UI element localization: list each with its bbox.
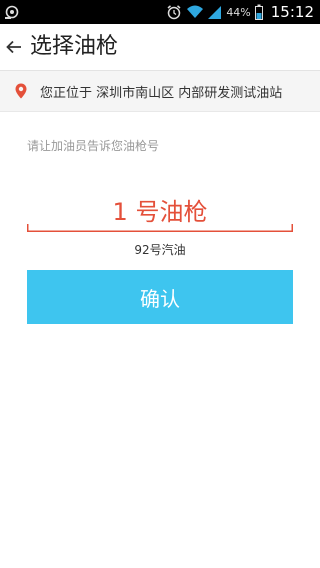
back-arrow-icon	[6, 40, 21, 54]
wifi-icon	[187, 5, 204, 18]
status-time: 15:12	[270, 3, 314, 21]
location-text: 您正位于 深圳市南山区 内部研发测试油站	[40, 86, 283, 101]
fuel-type: 92号汽油	[134, 243, 186, 257]
location-pin-icon	[15, 83, 27, 99]
pump-number-field[interactable]: 1 号油枪	[27, 186, 293, 232]
page-title: 选择油枪	[30, 34, 119, 59]
pump-hint: 请让加油员告诉您油枪号	[27, 139, 160, 153]
back-button[interactable]	[2, 33, 26, 61]
status-bar: 44% 15:12	[0, 0, 320, 24]
title-bar: 选择油枪	[0, 24, 320, 71]
confirm-button[interactable]: 确认	[27, 270, 293, 324]
pump-number-value: 1 号油枪	[112, 198, 208, 226]
location-bar: 您正位于 深圳市南山区 内部研发测试油站	[0, 71, 320, 112]
battery-percentage: 44%	[226, 5, 251, 19]
battery-icon	[254, 4, 263, 20]
alarm-icon	[167, 5, 181, 20]
pump-field-underline	[27, 224, 293, 232]
notification-icon	[5, 5, 19, 19]
signal-icon	[208, 6, 222, 19]
